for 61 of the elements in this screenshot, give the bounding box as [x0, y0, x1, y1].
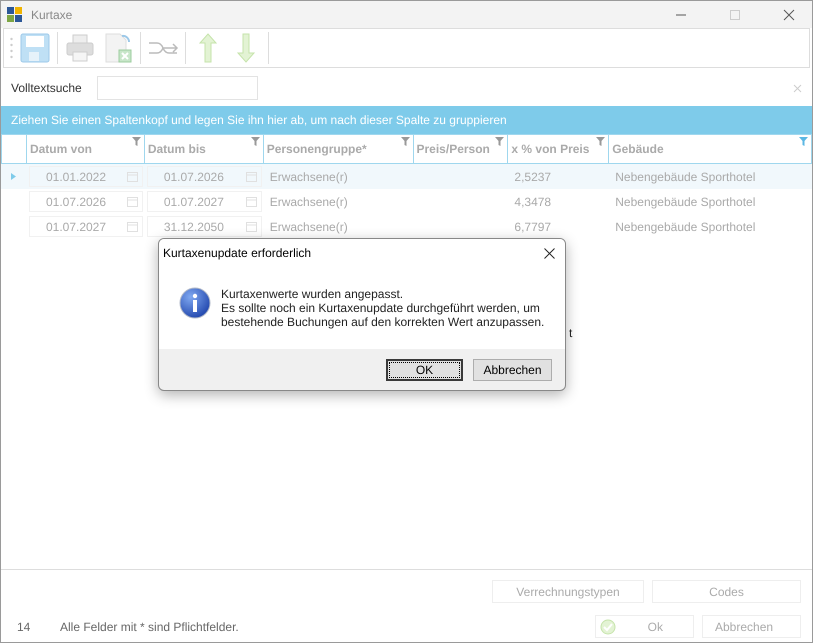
- footer-button[interactable]: Verrechnungstypen: [492, 580, 644, 603]
- filter-icon[interactable]: [250, 137, 260, 146]
- filter-icon[interactable]: [799, 137, 808, 146]
- grip-icon: [10, 36, 13, 60]
- required-fields-note: Alle Felder mit * sind Pflichtfelder.: [60, 620, 240, 634]
- calendar-icon[interactable]: [126, 221, 138, 232]
- dialog-button[interactable]: OK: [386, 358, 463, 380]
- filter-icon[interactable]: [400, 137, 410, 146]
- column-header[interactable]: Datum von: [26, 134, 145, 164]
- dialog-button[interactable]: Abbrechen: [473, 358, 552, 380]
- date-field[interactable]: 01.07.2027: [28, 216, 143, 237]
- window-title: Kurtaxe: [31, 8, 74, 22]
- filter-icon[interactable]: [132, 137, 141, 146]
- header-corner: [1, 134, 27, 164]
- printer-icon[interactable]: [64, 32, 96, 64]
- table-cell-text: Erwachsene(r): [268, 194, 349, 210]
- table-cell-text: Erwachsene(r): [268, 168, 349, 186]
- table-cell-text: 4,3478: [513, 194, 552, 210]
- search-field[interactable]: [97, 76, 258, 100]
- calendar-icon[interactable]: [246, 196, 257, 207]
- table-cell-text: Nebengebäude Sporthotel: [614, 218, 756, 236]
- check-icon: [600, 618, 616, 634]
- footer-button[interactable]: Codes: [652, 580, 801, 603]
- app-icon: [7, 6, 23, 22]
- calendar-icon[interactable]: [126, 171, 138, 182]
- column-header[interactable]: Personengruppe*: [264, 134, 414, 164]
- info-icon: [179, 287, 211, 319]
- calendar-icon[interactable]: [246, 171, 257, 182]
- maximize-icon[interactable]: [729, 8, 741, 20]
- dialog-message: Kurtaxenwerte wurden angepasst. Es sollte noch ein Kurtaxenupdate durchgeführt werden, um bestehende Buchungen auf den korrekten Wert anzupassen.: [221, 287, 544, 329]
- date-field[interactable]: 01.07.2026: [146, 166, 262, 187]
- table-row[interactable]: 01.07.2026 01.07.2027 Erwachsene(r) 4,3478 Nebengebäude Sporthotel: [1, 189, 812, 214]
- table-cell-text: 2,5237: [513, 168, 552, 186]
- dialog-title: Kurtaxenupdate erforderlich: [163, 246, 312, 260]
- hidden-text-fragment: t: [569, 326, 572, 340]
- save-icon[interactable]: [19, 32, 51, 64]
- table-cell-text: Nebengebäude Sporthotel: [614, 194, 756, 210]
- calendar-icon[interactable]: [126, 196, 138, 207]
- record-count: 14: [17, 620, 32, 634]
- close-icon[interactable]: [544, 248, 555, 258]
- group-panel: Ziehen Sie einen Spaltenkopf und legen Sie ihn hier ab, um nach dieser Spalte zu gruppieren: [1, 106, 812, 134]
- ok-button[interactable]: Ok: [595, 615, 694, 638]
- date-field[interactable]: 01.07.2026: [28, 191, 143, 212]
- calendar-icon[interactable]: [246, 221, 257, 232]
- date-field[interactable]: 31.12.2050: [146, 216, 262, 237]
- table-cell-text: Erwachsene(r): [268, 218, 349, 236]
- column-header[interactable]: Datum bis: [144, 134, 264, 164]
- table-cell-text: Nebengebäude Sporthotel: [614, 168, 756, 186]
- row-indicator-icon: [11, 173, 16, 180]
- clear-icon[interactable]: [793, 84, 802, 92]
- filter-icon[interactable]: [495, 137, 504, 146]
- table-row[interactable]: 01.01.2022 01.07.2026 Erwachsene(r) 2,5237 Nebengebäude Sporthotel: [1, 164, 812, 189]
- search-label: Volltextsuche: [11, 80, 83, 96]
- table-cell-text: 6,7797: [513, 218, 552, 236]
- close-icon[interactable]: [783, 8, 795, 20]
- column-header[interactable]: Gebäude: [609, 134, 812, 164]
- filter-icon[interactable]: [596, 137, 606, 146]
- cancel-button[interactable]: Abbrechen: [702, 615, 801, 638]
- table-row[interactable]: 01.07.2027 31.12.2050 Erwachsene(r) 6,7797 Nebengebäude Sporthotel: [1, 214, 812, 239]
- date-field[interactable]: 01.01.2022: [28, 166, 143, 187]
- date-field[interactable]: 01.07.2027: [146, 191, 262, 212]
